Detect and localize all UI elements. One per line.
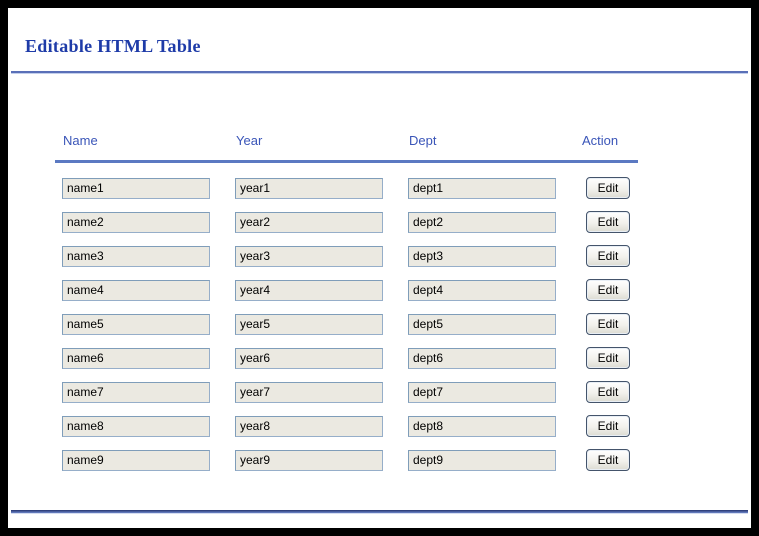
edit-button[interactable]: Edit: [586, 347, 630, 369]
name-input[interactable]: [62, 177, 210, 199]
edit-button[interactable]: Edit: [586, 313, 630, 335]
dept-input[interactable]: [408, 279, 556, 301]
edit-button[interactable]: Edit: [586, 211, 630, 233]
year-input[interactable]: [235, 347, 383, 369]
table-row: Edit: [55, 443, 638, 477]
column-header-dept: Dept: [401, 133, 574, 163]
table-row: Edit: [55, 239, 638, 273]
name-input[interactable]: [62, 347, 210, 369]
column-header-action: Action: [574, 133, 638, 163]
name-input[interactable]: [62, 381, 210, 403]
table-row: Edit: [55, 273, 638, 307]
footer-divider: [11, 510, 748, 514]
edit-button[interactable]: Edit: [586, 279, 630, 301]
edit-button[interactable]: Edit: [586, 449, 630, 471]
year-input[interactable]: [235, 177, 383, 199]
year-input[interactable]: [235, 381, 383, 403]
page-frame: Editable HTML Table Name Year Dept Actio…: [0, 0, 759, 536]
table-row: Edit: [55, 307, 638, 341]
name-input[interactable]: [62, 415, 210, 437]
table-row: Edit: [55, 375, 638, 409]
title-divider: [11, 71, 748, 74]
table-body: Edit Edit Edit Edit: [55, 162, 638, 478]
dept-input[interactable]: [408, 245, 556, 267]
table-row: Edit: [55, 341, 638, 375]
editable-table: Name Year Dept Action Edit Edit: [55, 133, 638, 477]
edit-button[interactable]: Edit: [586, 177, 630, 199]
name-input[interactable]: [62, 279, 210, 301]
dept-input[interactable]: [408, 313, 556, 335]
page-title: Editable HTML Table: [25, 36, 201, 56]
dept-input[interactable]: [408, 177, 556, 199]
name-input[interactable]: [62, 449, 210, 471]
table-row: Edit: [55, 205, 638, 239]
table-header-row: Name Year Dept Action: [55, 133, 638, 163]
table-row: Edit: [55, 162, 638, 206]
column-header-year: Year: [228, 133, 401, 163]
dept-input[interactable]: [408, 415, 556, 437]
year-input[interactable]: [235, 245, 383, 267]
edit-button[interactable]: Edit: [586, 381, 630, 403]
dept-input[interactable]: [408, 347, 556, 369]
table-row: Edit: [55, 409, 638, 443]
name-input[interactable]: [62, 245, 210, 267]
year-input[interactable]: [235, 449, 383, 471]
name-input[interactable]: [62, 313, 210, 335]
year-input[interactable]: [235, 415, 383, 437]
year-input[interactable]: [235, 313, 383, 335]
edit-button[interactable]: Edit: [586, 415, 630, 437]
column-header-name: Name: [55, 133, 228, 163]
dept-input[interactable]: [408, 211, 556, 233]
table-header: Name Year Dept Action: [55, 133, 638, 163]
year-input[interactable]: [235, 279, 383, 301]
edit-button[interactable]: Edit: [586, 245, 630, 267]
name-input[interactable]: [62, 211, 210, 233]
dept-input[interactable]: [408, 381, 556, 403]
year-input[interactable]: [235, 211, 383, 233]
dept-input[interactable]: [408, 449, 556, 471]
